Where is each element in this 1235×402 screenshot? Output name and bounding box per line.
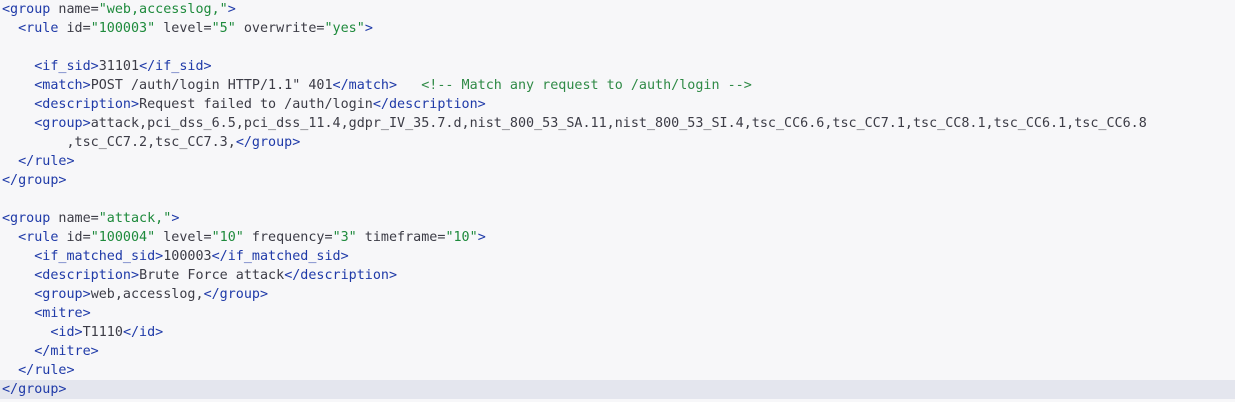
code-line[interactable]: <group name="web,accesslog,"> xyxy=(0,0,1235,19)
xml-tag: </group> xyxy=(2,173,67,188)
xml-tag: </if_sid> xyxy=(139,59,212,74)
xml-attribute: id= xyxy=(58,230,91,245)
xml-attribute: frequency= xyxy=(243,230,333,245)
xml-attribute: id= xyxy=(58,21,91,36)
code-line[interactable] xyxy=(0,190,1235,209)
code-line[interactable]: <rule id="100004" level="10" frequency="… xyxy=(0,228,1235,247)
xml-attribute: level= xyxy=(155,230,212,245)
xml-attribute-value: "yes" xyxy=(324,21,365,36)
xml-tag: <id> xyxy=(50,325,83,340)
code-line[interactable]: <if_sid>31101</if_sid> xyxy=(0,57,1235,76)
xml-text: T1110 xyxy=(82,325,123,340)
xml-attribute-value: "3" xyxy=(332,230,357,245)
code-line[interactable] xyxy=(0,38,1235,57)
xml-comment: <!-- Match any request to /auth/login --… xyxy=(421,78,752,93)
code-line[interactable]: <description>Request failed to /auth/log… xyxy=(0,95,1235,114)
xml-tag: </group> xyxy=(203,287,269,302)
xml-tag: </id> xyxy=(122,325,164,340)
xml-tag: </description> xyxy=(372,97,486,112)
code-line[interactable]: </group> xyxy=(0,380,1235,399)
xml-tag: <if_matched_sid> xyxy=(34,249,164,264)
xml-tag: <group xyxy=(2,211,51,226)
xml-tag: </group> xyxy=(235,135,301,150)
code-line[interactable]: </rule> xyxy=(0,152,1235,171)
xml-text: 31101 xyxy=(98,59,140,74)
code-line[interactable]: <id>T1110</id> xyxy=(0,323,1235,342)
xml-tag: </description> xyxy=(284,268,398,283)
xml-attribute-value: "10" xyxy=(211,230,244,245)
code-line[interactable]: <group>web,accesslog,</group> xyxy=(0,285,1235,304)
xml-tag: <match> xyxy=(34,78,91,93)
code-line[interactable]: <match>POST /auth/login HTTP/1.1" 401</m… xyxy=(0,76,1235,95)
code-line[interactable]: <rule id="100003" level="5" overwrite="y… xyxy=(0,19,1235,38)
xml-tag: <group> xyxy=(34,287,91,302)
xml-attribute: level= xyxy=(155,21,212,36)
xml-text: Request failed to /auth/login xyxy=(139,97,373,112)
code-editor[interactable]: <group name="web,accesslog,"> <rule id="… xyxy=(0,0,1235,402)
xml-tag: <rule xyxy=(18,21,59,36)
code-line[interactable]: <description>Brute Force attack</descrip… xyxy=(0,266,1235,285)
xml-tag: <group> xyxy=(34,116,91,131)
code-line[interactable]: </rule> xyxy=(0,361,1235,380)
xml-tag: </group> xyxy=(2,382,67,397)
xml-tag: </if_matched_sid> xyxy=(211,249,349,264)
xml-tag: > xyxy=(227,2,236,17)
xml-tag: <group xyxy=(2,2,51,17)
xml-tag: <rule xyxy=(18,230,59,245)
xml-tag: > xyxy=(171,211,180,226)
code-line[interactable]: </group> xyxy=(0,171,1235,190)
xml-text: POST /auth/login HTTP/1.1" 401 xyxy=(90,78,333,93)
xml-attribute-value: "5" xyxy=(211,21,236,36)
xml-text xyxy=(397,78,421,93)
xml-tag: </mitre> xyxy=(34,344,99,359)
xml-tag: </rule> xyxy=(18,363,75,378)
xml-attribute: name= xyxy=(50,211,99,226)
xml-attribute: overwrite= xyxy=(235,21,325,36)
xml-tag: > xyxy=(477,230,486,245)
xml-text: 100003 xyxy=(163,249,212,264)
code-line[interactable]: <if_matched_sid>100003</if_matched_sid> xyxy=(0,247,1235,266)
xml-tag: <if_sid> xyxy=(34,59,99,74)
code-line[interactable]: </mitre> xyxy=(0,342,1235,361)
xml-tag: <description> xyxy=(34,97,140,112)
xml-attribute-value: "10" xyxy=(445,230,478,245)
xml-attribute: name= xyxy=(50,2,99,17)
xml-text: attack,pci_dss_6.5,pci_dss_11.4,gdpr_IV_… xyxy=(90,116,1147,131)
xml-attribute-value: "web,accesslog," xyxy=(98,2,228,17)
xml-tag: > xyxy=(364,21,373,36)
xml-text: ,tsc_CC7.2,tsc_CC7.3, xyxy=(66,135,236,150)
xml-text: web,accesslog, xyxy=(90,287,204,302)
xml-attribute-value: "100004" xyxy=(90,230,156,245)
code-line[interactable]: <group>attack,pci_dss_6.5,pci_dss_11.4,g… xyxy=(0,114,1235,133)
code-line[interactable]: ,tsc_CC7.2,tsc_CC7.3,</group> xyxy=(0,133,1235,152)
xml-tag: <mitre> xyxy=(34,306,91,321)
code-line[interactable]: <group name="attack,"> xyxy=(0,209,1235,228)
code-line[interactable]: <mitre> xyxy=(0,304,1235,323)
xml-tag: <description> xyxy=(34,268,140,283)
xml-attribute-value: "attack," xyxy=(98,211,172,226)
xml-tag: </rule> xyxy=(18,154,75,169)
xml-text: Brute Force attack xyxy=(139,268,285,283)
xml-attribute-value: "100003" xyxy=(90,21,156,36)
xml-attribute: timeframe= xyxy=(356,230,446,245)
xml-tag: </match> xyxy=(332,78,398,93)
